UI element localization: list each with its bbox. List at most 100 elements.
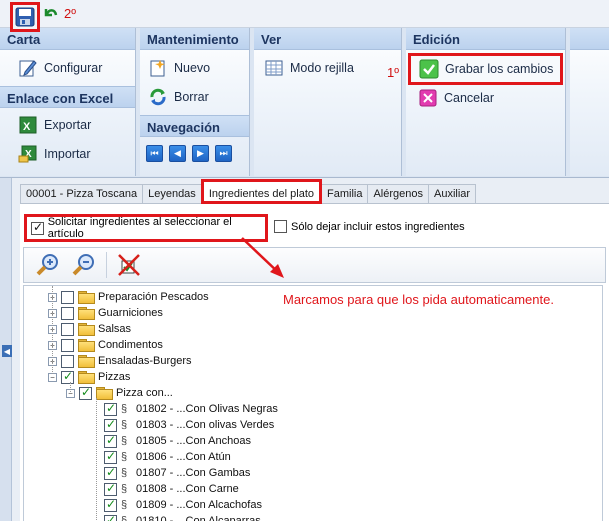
cancelar-button[interactable]: Cancelar: [418, 87, 494, 109]
tree-folder-node[interactable]: −Pizza con...: [66, 385, 173, 401]
tree-folder-node[interactable]: + Guarniciones: [48, 305, 163, 321]
tree-leaf-node[interactable]: § 01805 - ...Con Anchoas: [104, 433, 251, 449]
importar-button[interactable]: X Importar: [18, 143, 91, 165]
ingredient-icon: §: [121, 499, 128, 511]
exportar-button[interactable]: X Exportar: [18, 114, 91, 136]
tree-leaf-node[interactable]: § 01809 - ...Con Alcachofas: [104, 497, 262, 513]
tree-folder-node[interactable]: −Pizzas: [48, 369, 130, 385]
undo-icon[interactable]: [42, 6, 58, 22]
step-2-label: 2º: [64, 6, 76, 21]
configurar-button[interactable]: Configurar: [18, 57, 102, 79]
tab-ingredientes[interactable]: Ingredientes del plato: [200, 179, 322, 204]
save-icon: [15, 7, 35, 27]
svg-text:X: X: [23, 121, 31, 133]
tree-node-label: 01805 - ...Con Anchoas: [136, 435, 251, 447]
exportar-label: Exportar: [44, 118, 92, 132]
folder-icon: [78, 371, 95, 384]
tree-checkbox[interactable]: [104, 513, 117, 521]
tree-node-label: Pizzas: [98, 371, 131, 383]
group-title-excel: Enlace con Excel: [0, 86, 135, 108]
last-record-button[interactable]: ⏭: [215, 145, 232, 162]
tree-checkbox[interactable]: [61, 354, 74, 368]
group-title-ver: Ver: [254, 28, 401, 50]
tree-checkbox[interactable]: [104, 481, 117, 496]
tree-checkbox[interactable]: [104, 433, 117, 448]
save-button[interactable]: [10, 2, 40, 32]
first-record-button[interactable]: ⏮: [146, 145, 163, 162]
tab-pizza-toscana[interactable]: 00001 - Pizza Toscana: [20, 184, 144, 203]
step-1-label: 1º: [387, 65, 399, 80]
grabar-cambios-button[interactable]: Grabar los cambios: [408, 53, 563, 85]
ingredient-icon: §: [121, 451, 128, 463]
configurar-label: Configurar: [44, 61, 103, 75]
tree-leaf-node[interactable]: § 01808 - ...Con Carne: [104, 481, 239, 497]
folder-icon: [78, 323, 95, 336]
expand-panel-icon[interactable]: ◀: [2, 345, 12, 357]
folder-icon: [78, 307, 95, 320]
tree-checkbox[interactable]: [61, 290, 74, 304]
tree-checkbox[interactable]: [61, 338, 74, 352]
tree-leaf-node[interactable]: § 01806 - ...Con Atún: [104, 449, 231, 465]
solicitar-ingredientes-checkbox[interactable]: [31, 220, 44, 235]
solo-incluir-option[interactable]: Sólo dejar incluir estos ingredientes: [274, 220, 465, 233]
tree-node-label: 01806 - ...Con Atún: [136, 451, 231, 463]
tree-connector: [96, 398, 97, 521]
tree-checkbox[interactable]: [61, 369, 74, 384]
ingredient-icon: §: [121, 467, 128, 479]
modo-rejilla-button[interactable]: Modo rejilla: [264, 57, 354, 79]
group-title-mantenimiento: Mantenimiento: [140, 28, 249, 50]
zoom-out-button[interactable]: [70, 251, 98, 279]
tab-familia[interactable]: Familia: [321, 184, 369, 203]
tree-node-label: 01802 - ...Con Olivas Negras: [136, 403, 278, 415]
tree-toolbar: [23, 247, 606, 283]
folder-icon: [78, 339, 95, 352]
cancel-icon: [418, 88, 438, 108]
grid-icon: [264, 58, 284, 78]
tree-node-label: 01810 - ...Con Alcaparras: [136, 515, 261, 521]
tree-checkbox[interactable]: [104, 449, 117, 464]
group-ver: Ver Modo rejilla: [254, 28, 402, 176]
ingredient-icon: §: [121, 403, 128, 415]
tree-checkbox[interactable]: [61, 322, 74, 336]
tree-checkbox[interactable]: [104, 417, 117, 432]
borrar-button[interactable]: Borrar: [148, 86, 209, 108]
tree-leaf-node[interactable]: § 01807 - ...Con Gambas: [104, 465, 250, 481]
solicitar-ingredientes-option[interactable]: Solicitar ingredientes al seleccionar el…: [24, 214, 268, 242]
solo-incluir-label: Sólo dejar incluir estos ingredientes: [291, 220, 465, 233]
tree-node-label: Preparación Pescados: [98, 291, 209, 303]
zoom-in-button[interactable]: [34, 251, 62, 279]
excel-import-icon: X: [18, 144, 38, 164]
annotation-text: Marcamos para que los pida automaticamen…: [283, 292, 554, 307]
tree-folder-node[interactable]: + Preparación Pescados: [48, 289, 209, 305]
tree-node-label: 01809 - ...Con Alcachofas: [136, 499, 262, 511]
nuevo-button[interactable]: Nuevo: [148, 57, 210, 79]
tree-checkbox[interactable]: [104, 497, 117, 512]
tree-leaf-node[interactable]: § 01810 - ...Con Alcaparras: [104, 513, 261, 521]
tree-checkbox[interactable]: [104, 401, 117, 416]
grabar-cambios-label: Grabar los cambios: [445, 62, 554, 76]
tree-leaf-node[interactable]: § 01802 - ...Con Olivas Negras: [104, 401, 278, 417]
tab-auxiliar[interactable]: Auxiliar: [428, 184, 477, 203]
ingredient-icon: §: [121, 483, 128, 495]
uncheck-all-button[interactable]: [115, 251, 143, 279]
tree-checkbox[interactable]: [79, 385, 92, 400]
tree-connector: [70, 382, 71, 392]
tree-folder-node[interactable]: + Condimentos: [48, 337, 163, 353]
previous-record-button[interactable]: ◀: [169, 145, 186, 162]
ingredients-tree: + Preparación Pescados + Guarniciones + Salsa…: [23, 285, 603, 521]
previous-icon: ◀: [174, 148, 181, 158]
tree-checkbox[interactable]: [104, 465, 117, 480]
tab-alergenos[interactable]: Alérgenos: [367, 184, 429, 203]
tree-checkbox[interactable]: [61, 306, 74, 320]
tree-node-label: 01803 - ...Con olivas Verdes: [136, 419, 275, 431]
folder-icon: [78, 291, 95, 304]
tab-leyendas[interactable]: Leyendas: [142, 184, 202, 203]
annotation-arrow: [241, 237, 284, 278]
quick-access-toolbar: 2º: [0, 0, 609, 32]
group-title-navegacion: Navegación: [140, 115, 249, 137]
next-record-button[interactable]: ▶: [192, 145, 209, 162]
solo-incluir-checkbox[interactable]: [274, 220, 287, 233]
tree-folder-node[interactable]: + Ensaladas-Burgers: [48, 353, 192, 369]
tree-folder-node[interactable]: + Salsas: [48, 321, 131, 337]
tree-leaf-node[interactable]: § 01803 - ...Con olivas Verdes: [104, 417, 274, 433]
